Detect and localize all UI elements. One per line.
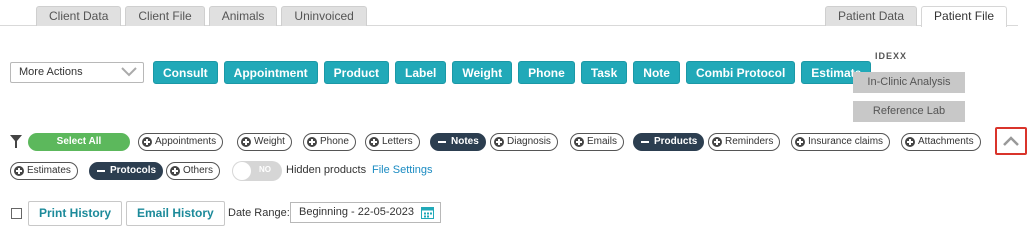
tab-client-file[interactable]: Client File xyxy=(125,6,205,26)
plus-circle-icon xyxy=(142,137,152,147)
minus-icon xyxy=(438,141,446,143)
filter-chip-products[interactable]: Products xyxy=(633,133,705,151)
toggle-knob xyxy=(233,162,251,180)
chip-label: Notes xyxy=(451,136,479,147)
hidden-products-label: Hidden products xyxy=(286,164,367,176)
more-actions-label: More Actions xyxy=(19,66,83,78)
patient-tabs: Patient Data Patient File xyxy=(825,6,1008,27)
chip-label: Protocols xyxy=(110,165,157,176)
weight-button[interactable]: Weight xyxy=(452,61,513,84)
client-tabs: Client Data Client File Animals Uninvoic… xyxy=(36,6,367,26)
date-range-label: Date Range: xyxy=(228,207,290,219)
tab-patient-data[interactable]: Patient Data xyxy=(825,6,918,26)
plus-circle-icon xyxy=(574,137,584,147)
idexx-logo: IDEXX xyxy=(875,51,908,61)
print-history-button[interactable]: Print History xyxy=(28,201,123,226)
chevron-down-icon xyxy=(121,67,137,77)
chip-label: Phone xyxy=(320,136,349,147)
chip-label: Reminders xyxy=(725,136,774,147)
in-clinic-analysis-button[interactable]: In-Clinic Analysis xyxy=(853,72,965,93)
filter-chip-letters[interactable]: Letters xyxy=(365,133,420,151)
minus-icon xyxy=(641,141,649,143)
filter-icon[interactable] xyxy=(10,135,22,149)
tab-uninvoiced[interactable]: Uninvoiced xyxy=(281,6,367,26)
calendar-icon[interactable] xyxy=(421,206,434,219)
plus-circle-icon xyxy=(494,137,504,147)
collapse-filters-button[interactable] xyxy=(995,127,1027,155)
filter-chip-diagnosis[interactable]: Diagnosis xyxy=(490,133,558,151)
filter-chip-insurance-claims[interactable]: Insurance claims xyxy=(791,133,891,151)
minus-icon xyxy=(97,170,105,172)
chip-label: Others xyxy=(183,165,214,176)
chip-label: Emails xyxy=(587,136,618,147)
chevron-up-icon xyxy=(1003,136,1019,146)
combi-protocol-button[interactable]: Combi Protocol xyxy=(685,61,796,84)
phone-button[interactable]: Phone xyxy=(518,61,575,84)
filter-chip-others[interactable]: Others xyxy=(166,162,221,180)
filter-chip-emails[interactable]: Emails xyxy=(570,133,625,151)
chip-label: Appointments xyxy=(155,136,217,147)
chip-label: Weight xyxy=(254,136,285,147)
plus-circle-icon xyxy=(14,166,24,176)
reference-lab-button[interactable]: Reference Lab xyxy=(853,101,965,122)
select-all-checkbox[interactable] xyxy=(11,208,22,219)
product-button[interactable]: Product xyxy=(323,61,390,84)
filter-chip-estimates[interactable]: Estimates xyxy=(10,162,78,180)
select-all-button[interactable]: Select All xyxy=(28,133,130,151)
plus-circle-icon xyxy=(712,137,722,147)
plus-circle-icon xyxy=(307,137,317,147)
chip-label: Insurance claims xyxy=(808,136,884,147)
task-button[interactable]: Task xyxy=(580,61,628,84)
note-button[interactable]: Note xyxy=(633,61,680,84)
tab-animals[interactable]: Animals xyxy=(208,6,278,26)
filter-chip-weight[interactable]: Weight xyxy=(237,133,292,151)
plus-circle-icon xyxy=(795,137,805,147)
filter-chip-appointments[interactable]: Appointments xyxy=(138,133,224,151)
filter-chip-phone[interactable]: Phone xyxy=(303,133,356,151)
chip-label: Diagnosis xyxy=(507,136,551,147)
filter-chip-reminders[interactable]: Reminders xyxy=(708,133,781,151)
plus-circle-icon xyxy=(170,166,180,176)
toggle-state: NO xyxy=(259,165,271,174)
filter-chip-attachments[interactable]: Attachments xyxy=(901,133,981,151)
date-range-value: Beginning - 22-05-2023 xyxy=(299,206,414,218)
chip-label: Products xyxy=(654,136,698,147)
filter-chip-notes[interactable]: Notes xyxy=(430,133,486,151)
label-button[interactable]: Label xyxy=(395,61,447,84)
tab-client-data[interactable]: Client Data xyxy=(36,6,122,26)
plus-circle-icon xyxy=(905,137,915,147)
chip-label: Attachments xyxy=(918,136,974,147)
hidden-products-toggle[interactable]: NO xyxy=(232,161,282,181)
chip-label: Letters xyxy=(382,136,413,147)
consult-button[interactable]: Consult xyxy=(153,61,218,84)
file-settings-link[interactable]: File Settings xyxy=(372,164,433,176)
action-buttons: Consult Appointment Product Label Weight… xyxy=(153,61,872,84)
chip-label: Estimates xyxy=(27,165,71,176)
appointment-button[interactable]: Appointment xyxy=(223,61,318,84)
plus-circle-icon xyxy=(241,137,251,147)
filter-chip-protocols[interactable]: Protocols xyxy=(89,162,164,180)
plus-circle-icon xyxy=(369,137,379,147)
date-range-input[interactable]: Beginning - 22-05-2023 xyxy=(290,202,441,223)
more-actions-select[interactable]: More Actions xyxy=(10,62,144,83)
tab-patient-file[interactable]: Patient File xyxy=(921,6,1008,27)
email-history-button[interactable]: Email History xyxy=(126,201,225,226)
